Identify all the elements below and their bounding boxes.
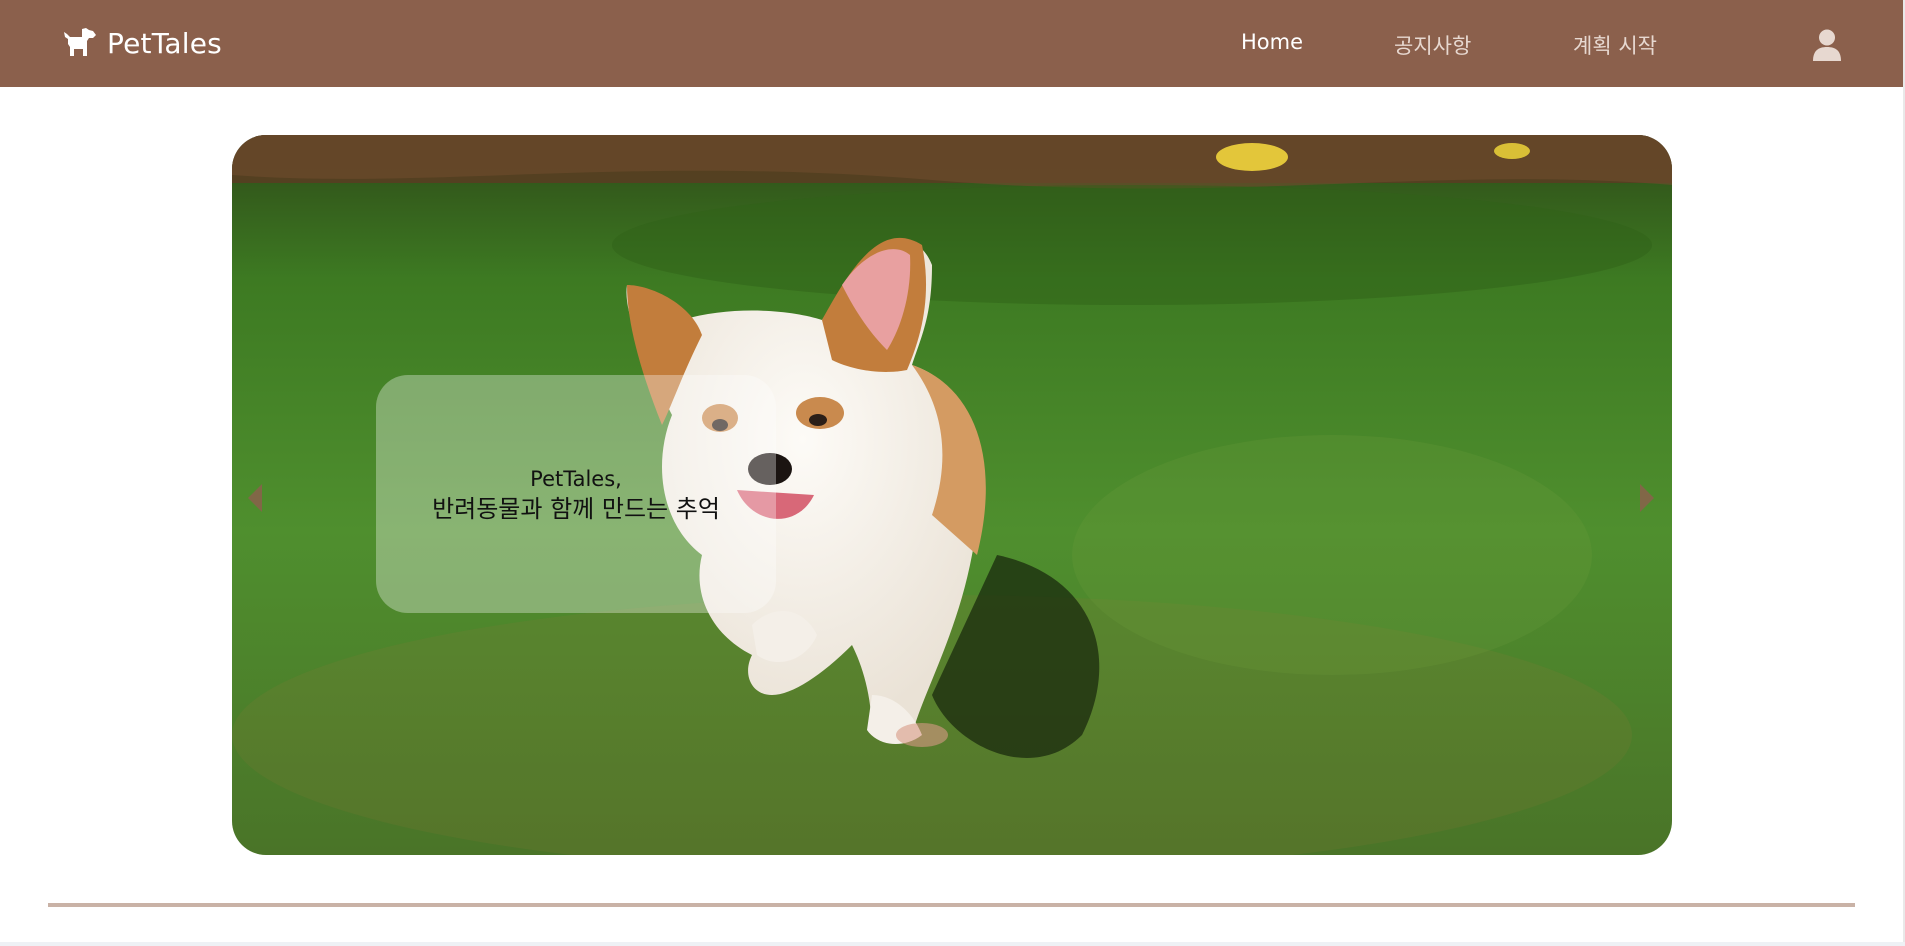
top-navbar: PetTales Home 공지사항 계획 시작 [0,0,1905,87]
dog-icon [64,28,96,56]
hero-caption-title: PetTales, [530,467,622,491]
caret-left-icon[interactable] [244,480,268,516]
section-divider [48,903,1855,907]
nav-plan-start-link[interactable]: 계획 시작 [1573,30,1657,60]
hero-carousel: PetTales, 반려동물과 함께 만드는 추억 [232,135,1672,855]
nav-notice-link[interactable]: 공지사항 [1394,30,1471,60]
brand-link[interactable]: PetTales [62,25,222,61]
user-icon[interactable] [1812,29,1842,61]
nav-home-link[interactable]: Home [1241,30,1303,54]
page-bottom-edge [0,942,1905,946]
brand-name: PetTales [107,26,222,60]
hero-caption-box: PetTales, 반려동물과 함께 만드는 추억 [376,375,776,613]
hero-caption-subtitle: 반려동물과 함께 만드는 추억 [432,495,720,523]
caret-right-icon[interactable] [1634,480,1658,516]
